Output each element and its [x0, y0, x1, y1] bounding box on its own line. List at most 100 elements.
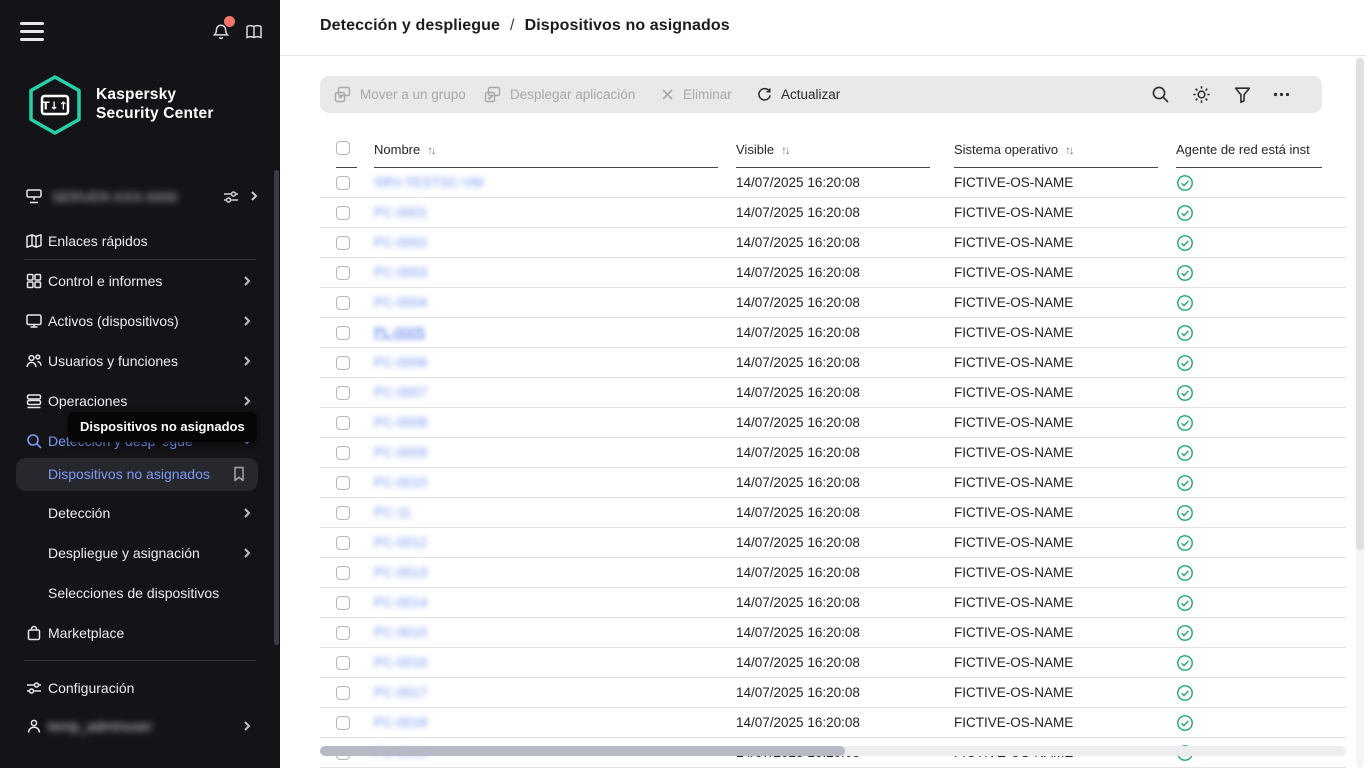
device-name-link[interactable]: PC-0013	[374, 565, 714, 580]
select-all-checkbox[interactable]	[336, 141, 350, 155]
table-row[interactable]: PC-0016 14/07/2025 16:20:08 FICTIVE-OS-N…	[320, 648, 1346, 678]
column-header-nombre[interactable]: Nombre↑↓	[374, 142, 435, 157]
row-checkbox[interactable]	[336, 386, 350, 400]
operating-system: FICTIVE-OS-NAME	[954, 265, 1073, 280]
device-name-link[interactable]: PC-0004	[374, 295, 714, 310]
row-checkbox[interactable]	[336, 626, 350, 640]
row-checkbox[interactable]	[336, 416, 350, 430]
table-row[interactable]: PC-0013 14/07/2025 16:20:08 FICTIVE-OS-N…	[320, 558, 1346, 588]
table-row[interactable]: PC-0003 14/07/2025 16:20:08 FICTIVE-OS-N…	[320, 258, 1346, 288]
visible-timestamp: 14/07/2025 16:20:08	[736, 475, 860, 490]
device-name-link[interactable]: PC-0007	[374, 385, 714, 400]
device-name-link[interactable]: PC-0008	[374, 415, 714, 430]
device-name-link[interactable]: PC-0012	[374, 535, 714, 550]
sidebar-item-control-e-informes[interactable]: Control e informes	[0, 266, 280, 298]
table-row[interactable]: PC-0001 14/07/2025 16:20:08 FICTIVE-OS-N…	[320, 198, 1346, 228]
table-row[interactable]: PC-0017 14/07/2025 16:20:08 FICTIVE-OS-N…	[320, 678, 1346, 708]
table-row[interactable]: PC-0010 14/07/2025 16:20:08 FICTIVE-OS-N…	[320, 468, 1346, 498]
row-checkbox[interactable]	[336, 206, 350, 220]
breadcrumb-parent[interactable]: Detección y despliegue	[320, 17, 500, 34]
column-header-agente-de-red[interactable]: Agente de red está inst	[1176, 142, 1326, 157]
sort-icon[interactable]: ↑↓	[427, 145, 435, 157]
server-selector[interactable]: SERVER-XXX-0000	[0, 182, 280, 214]
row-checkbox[interactable]	[336, 176, 350, 190]
server-properties-icon[interactable]	[222, 188, 240, 206]
help-book-icon[interactable]	[244, 22, 264, 42]
row-checkbox[interactable]	[336, 506, 350, 520]
table-row[interactable]: PC-11 14/07/2025 16:20:08 FICTIVE-OS-NAM…	[320, 498, 1346, 528]
row-checkbox[interactable]	[336, 236, 350, 250]
search-icon[interactable]	[1150, 84, 1171, 105]
device-name-link[interactable]: PC-0015	[374, 625, 714, 640]
gear-icon[interactable]	[1191, 84, 1212, 105]
row-checkbox[interactable]	[336, 296, 350, 310]
sidebar-item-deteccion[interactable]: Detección	[0, 498, 280, 530]
move-to-group-button[interactable]: Mover a un grupo	[333, 76, 466, 113]
sidebar-item-usuarios[interactable]: Usuarios y funciones	[0, 346, 280, 378]
row-checkbox[interactable]	[336, 356, 350, 370]
horizontal-scrollbar[interactable]	[320, 746, 1346, 756]
device-name-link[interactable]: PC-11	[374, 505, 714, 520]
sort-icon[interactable]: ↑↓	[781, 145, 789, 157]
device-name-link[interactable]: PC-0002	[374, 235, 714, 250]
operating-system: FICTIVE-OS-NAME	[954, 295, 1073, 310]
row-checkbox[interactable]	[336, 596, 350, 610]
row-checkbox[interactable]	[336, 266, 350, 280]
column-header-sistema-operativo[interactable]: Sistema operativo↑↓	[954, 142, 1073, 157]
filter-funnel-icon[interactable]	[1232, 84, 1253, 105]
row-checkbox[interactable]	[336, 536, 350, 550]
device-name-link[interactable]: PC-0017	[374, 685, 714, 700]
bookmark-icon[interactable]	[232, 465, 246, 483]
device-name-link[interactable]: SRV-TESTSC-VM	[374, 175, 714, 190]
device-name-link[interactable]: PC-0014	[374, 595, 714, 610]
sidebar-divider	[24, 660, 256, 661]
row-checkbox[interactable]	[336, 716, 350, 730]
sidebar-scrollbar[interactable]	[274, 170, 279, 645]
device-name-link[interactable]: PC-0003	[374, 265, 714, 280]
sidebar-item-configuracion[interactable]: Configuración	[0, 673, 280, 705]
row-checkbox[interactable]	[336, 656, 350, 670]
device-name-link[interactable]: PC-0018	[374, 715, 714, 730]
table-row[interactable]: PC-0014 14/07/2025 16:20:08 FICTIVE-OS-N…	[320, 588, 1346, 618]
table-row[interactable]: PC-0007 14/07/2025 16:20:08 FICTIVE-OS-N…	[320, 378, 1346, 408]
sidebar-item-selecciones-de-dispositivos[interactable]: Selecciones de dispositivos	[0, 578, 280, 610]
sidebar-item-despliegue-y-asignacion[interactable]: Despliegue y asignación	[0, 538, 280, 570]
table-row[interactable]: PC-0015 14/07/2025 16:20:08 FICTIVE-OS-N…	[320, 618, 1346, 648]
device-name-link[interactable]: PC-0010	[374, 475, 714, 490]
device-name-link[interactable]: PC-0016	[374, 655, 714, 670]
table-row[interactable]: PC-0002 14/07/2025 16:20:08 FICTIVE-OS-N…	[320, 228, 1346, 258]
sidebar-item-marketplace[interactable]: Marketplace	[0, 618, 280, 650]
sidebar-item-enlaces-rapidos[interactable]: Enlaces rápidos	[0, 226, 280, 258]
vertical-scrollbar[interactable]	[1356, 57, 1364, 768]
horizontal-scrollbar-thumb[interactable]	[320, 746, 845, 756]
table-row[interactable]: PC-0008 14/07/2025 16:20:08 FICTIVE-OS-N…	[320, 408, 1346, 438]
table-row[interactable]: PC-0004 14/07/2025 16:20:08 FICTIVE-OS-N…	[320, 288, 1346, 318]
device-name-link[interactable]: PL-0005	[374, 325, 714, 340]
device-name-link[interactable]: PC-0009	[374, 445, 714, 460]
table-row[interactable]: SRV-TESTSC-VM 14/07/2025 16:20:08 FICTIV…	[320, 168, 1346, 198]
table-row[interactable]: PC-0012 14/07/2025 16:20:08 FICTIVE-OS-N…	[320, 528, 1346, 558]
table-row[interactable]: PC-0006 14/07/2025 16:20:08 FICTIVE-OS-N…	[320, 348, 1346, 378]
hamburger-menu-icon[interactable]	[20, 22, 44, 42]
notifications-bell-icon[interactable]	[211, 22, 231, 42]
more-options-icon[interactable]	[1271, 84, 1292, 105]
table-row[interactable]: PC-0018 14/07/2025 16:20:08 FICTIVE-OS-N…	[320, 708, 1346, 738]
refresh-button[interactable]: Actualizar	[756, 76, 840, 113]
device-name-link[interactable]: PC-0006	[374, 355, 714, 370]
sidebar-item-dispositivos-no-asignados[interactable]: Dispositivos no asignados	[16, 458, 258, 491]
deploy-application-button[interactable]: Desplegar aplicación	[483, 76, 635, 113]
table-row[interactable]: PL-0005 14/07/2025 16:20:08 FICTIVE-OS-N…	[320, 318, 1346, 348]
vertical-scrollbar-thumb[interactable]	[1356, 58, 1364, 550]
row-checkbox[interactable]	[336, 326, 350, 340]
sidebar-item-user-account[interactable]: temp_adminuser	[0, 711, 280, 743]
column-header-visible[interactable]: Visible↑↓	[736, 142, 789, 157]
row-checkbox[interactable]	[336, 566, 350, 580]
sidebar-item-activos[interactable]: Activos (dispositivos)	[0, 306, 280, 338]
row-checkbox[interactable]	[336, 446, 350, 460]
row-checkbox[interactable]	[336, 476, 350, 490]
table-row[interactable]: PC-0009 14/07/2025 16:20:08 FICTIVE-OS-N…	[320, 438, 1346, 468]
row-checkbox[interactable]	[336, 686, 350, 700]
device-name-link[interactable]: PC-0001	[374, 205, 714, 220]
sort-icon[interactable]: ↑↓	[1065, 145, 1073, 157]
delete-button[interactable]: Eliminar	[660, 76, 732, 113]
